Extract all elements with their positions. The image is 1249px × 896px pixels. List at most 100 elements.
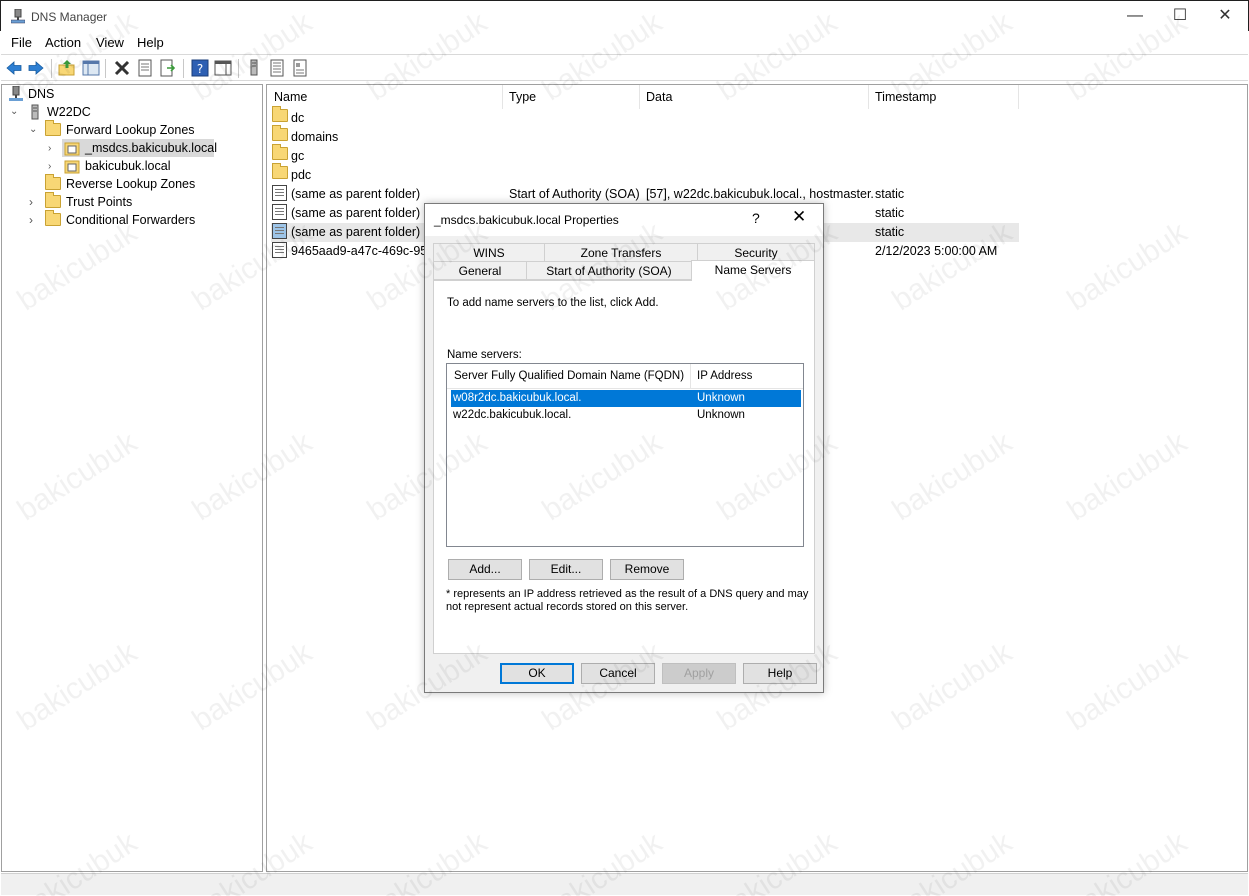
console-tree: DNS ⌄ W22DC ⌄ Forward Lookup Zones _msdc… — [1, 84, 263, 872]
close-window-button[interactable]: ✕ — [1202, 1, 1248, 31]
record-list-icon[interactable] — [268, 59, 286, 77]
delete-icon[interactable] — [113, 59, 131, 77]
cell-name: domains — [291, 130, 339, 144]
dialog-close-button[interactable]: ✕ — [792, 207, 806, 227]
tree-node-server[interactable]: ⌄ W22DC — [10, 103, 210, 121]
column-header-type[interactable]: Type — [509, 90, 536, 104]
help-icon[interactable]: ? — [191, 59, 209, 77]
svg-text:?: ? — [197, 62, 203, 76]
chevron-down-icon[interactable]: ⌄ — [10, 107, 20, 117]
folder-icon — [272, 144, 288, 160]
show-hide-action-pane-icon[interactable] — [214, 59, 232, 77]
window-title: DNS Manager — [31, 10, 108, 24]
back-arrow-icon[interactable] — [5, 59, 23, 77]
chevron-right-icon[interactable]: › — [48, 143, 51, 154]
chevron-right-icon[interactable]: › — [29, 196, 39, 208]
chevron-down-icon[interactable]: ⌄ — [29, 125, 39, 135]
tree-node-reverse-lookup-zones[interactable]: Reverse Lookup Zones — [45, 174, 245, 193]
cell-timestamp: static — [875, 187, 905, 201]
table-row[interactable]: (same as parent folder) Start of Authorit… — [271, 185, 1241, 204]
column-header-timestamp[interactable]: Timestamp — [875, 90, 936, 104]
apply-button[interactable]: Apply — [662, 663, 736, 684]
name-server-row[interactable]: w08r2dc.bakicubuk.local. Unknown — [451, 390, 801, 407]
menu-view[interactable]: View — [96, 35, 124, 50]
folder-icon — [45, 210, 61, 226]
folder-icon — [272, 163, 288, 179]
toolbar: ? — [1, 54, 1248, 81]
note-text-line1: * represents an IP address retrieved as … — [446, 588, 809, 600]
folder-icon — [272, 106, 288, 122]
record-detail-icon[interactable] — [291, 59, 309, 77]
tree-label: Reverse Lookup Zones — [66, 177, 196, 191]
menu-file[interactable]: File — [11, 35, 32, 50]
column-header-fqdn[interactable]: Server Fully Qualified Domain Name (FQDN… — [454, 370, 684, 382]
title-bar: DNS Manager — ☐ ✕ — [0, 0, 1249, 31]
table-row[interactable]: gc — [271, 144, 1241, 166]
tree-label: DNS — [28, 87, 55, 101]
cell-timestamp: static — [875, 225, 905, 239]
cell-data: [57], w22dc.bakicubuk.local., hostmaster… — [646, 187, 874, 201]
chevron-right-icon[interactable]: › — [29, 214, 39, 226]
name-servers-listbox[interactable]: Server Fully Qualified Domain Name (FQDN… — [446, 363, 804, 547]
tree-label: Conditional Forwarders — [66, 213, 196, 227]
cell-name: pdc — [291, 168, 312, 182]
export-list-icon[interactable] — [159, 59, 177, 77]
tree-label: Trust Points — [66, 195, 133, 209]
name-servers-label: Name servers: — [447, 349, 522, 361]
remove-button[interactable]: Remove — [610, 559, 684, 580]
properties-icon[interactable] — [136, 59, 154, 77]
name-servers-panel: To add name servers to the list, click A… — [433, 280, 815, 654]
cell-name: (same as parent folder) — [291, 187, 421, 201]
zone-properties-dialog: _msdcs.bakicubuk.local Properties ? ✕ WI… — [424, 203, 824, 693]
tab-name-servers[interactable]: Name Servers — [691, 260, 815, 281]
tab-general[interactable]: General — [433, 261, 527, 280]
tree-node-bakicubuk-zone[interactable]: bakicubuk.local — [62, 157, 212, 175]
tree-node-dns[interactable]: DNS — [8, 85, 208, 103]
show-hide-console-tree-icon[interactable] — [82, 59, 100, 77]
tree-label: W22DC — [47, 105, 91, 119]
dns-icon — [9, 86, 23, 101]
table-row[interactable]: pdc — [271, 163, 1241, 185]
add-button[interactable]: Add... — [448, 559, 522, 580]
cell-name: (same as parent folder) — [291, 206, 421, 220]
cell-name: gc — [291, 149, 305, 163]
record-icon — [272, 185, 287, 201]
maximize-button[interactable]: ☐ — [1157, 1, 1203, 31]
note-text-line2: not represent actual records stored on t… — [446, 601, 689, 613]
server-icon — [31, 104, 39, 120]
tab-start-of-authority[interactable]: Start of Authority (SOA) — [526, 261, 692, 280]
status-bar — [1, 873, 1248, 895]
folder-icon — [45, 174, 61, 190]
column-header-ip-address[interactable]: IP Address — [697, 370, 752, 382]
tree-node-msdcs-zone[interactable]: _msdcs.bakicubuk.local — [62, 139, 218, 157]
dialog-title: _msdcs.bakicubuk.local Properties — [434, 213, 619, 227]
tree-node-trust-points[interactable]: › Trust Points — [29, 192, 229, 211]
cell-timestamp: 2/12/2023 5:00:00 AM — [875, 244, 998, 258]
column-header-name[interactable]: Name — [274, 90, 307, 104]
chevron-right-icon[interactable]: › — [48, 161, 51, 172]
tree-label: _msdcs.bakicubuk.local — [85, 141, 218, 155]
record-icon — [272, 223, 287, 239]
column-header-data[interactable]: Data — [646, 90, 672, 104]
cell-name: 9465aad9-a47c-469c-953f — [291, 244, 438, 258]
table-row[interactable]: domains — [271, 125, 1241, 147]
up-folder-icon[interactable] — [58, 59, 76, 77]
tab-wins[interactable]: WINS — [433, 243, 545, 262]
menu-help[interactable]: Help — [137, 35, 164, 50]
forward-arrow-icon[interactable] — [27, 59, 45, 77]
edit-button[interactable]: Edit... — [529, 559, 603, 580]
ok-button[interactable]: OK — [500, 663, 574, 684]
cell-timestamp: static — [875, 206, 905, 220]
name-server-row[interactable]: w22dc.bakicubuk.local. Unknown — [451, 407, 801, 424]
cancel-button[interactable]: Cancel — [581, 663, 655, 684]
zone-icon — [64, 160, 80, 174]
dialog-help-button[interactable]: ? — [752, 210, 760, 226]
tab-zone-transfers[interactable]: Zone Transfers — [544, 243, 698, 262]
server-icon[interactable] — [245, 59, 263, 77]
table-row[interactable]: dc — [271, 106, 1241, 128]
help-button[interactable]: Help — [743, 663, 817, 684]
minimize-button[interactable]: — — [1112, 1, 1158, 31]
menu-action[interactable]: Action — [45, 35, 81, 50]
tree-node-forward-lookup-zones[interactable]: ⌄ Forward Lookup Zones — [29, 120, 229, 139]
tree-node-conditional-forwarders[interactable]: › Conditional Forwarders — [29, 210, 249, 229]
